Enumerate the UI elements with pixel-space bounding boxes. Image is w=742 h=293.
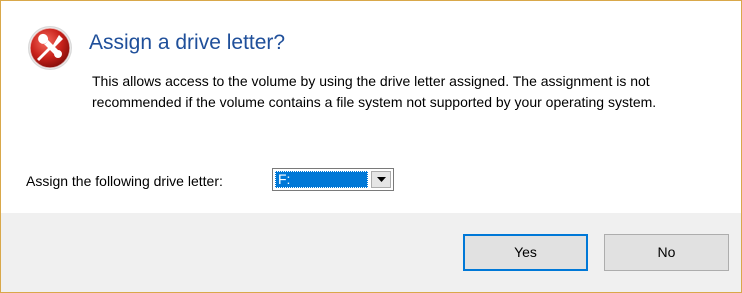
chevron-down-icon xyxy=(377,177,386,182)
dialog-description: This allows access to the volume by usin… xyxy=(92,73,657,110)
assign-drive-letter-dialog: Assign a drive letter? This allows acces… xyxy=(0,0,742,293)
yes-button[interactable]: Yes xyxy=(463,234,588,271)
dropdown-arrow-button[interactable] xyxy=(371,171,391,188)
drive-letter-label: Assign the following drive letter: xyxy=(26,173,223,189)
drive-letter-select[interactable]: F: xyxy=(272,168,394,191)
drive-letter-selected-value[interactable]: F: xyxy=(275,171,368,188)
dialog-title: Assign a drive letter? xyxy=(89,31,286,54)
no-button[interactable]: No xyxy=(604,234,729,271)
tools-icon xyxy=(26,24,74,72)
dialog-content-area: Assign a drive letter? This allows acces… xyxy=(1,1,741,213)
